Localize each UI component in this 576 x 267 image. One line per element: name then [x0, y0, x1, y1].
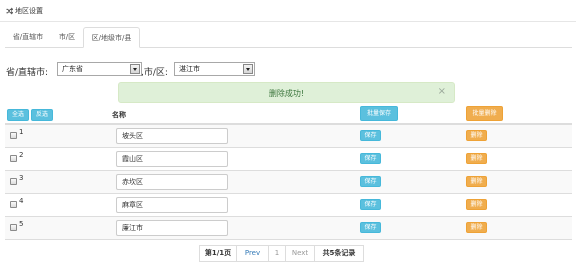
table-row: 5 廉江市 保存 删除: [5, 217, 572, 240]
row-checkbox[interactable]: [10, 178, 17, 185]
region-tabs: 省/直辖市 市/区 区/地级市/县: [5, 27, 572, 48]
row-checkbox[interactable]: [10, 155, 17, 162]
page-info: 第1/1页: [199, 245, 237, 262]
row-index: 2: [19, 151, 24, 159]
next-page-link[interactable]: Next: [285, 245, 315, 262]
page-title: 地区设置: [15, 6, 43, 15]
tab-province[interactable]: 省/直辖市: [5, 27, 51, 47]
delete-button[interactable]: 删除: [466, 176, 487, 187]
row-index: 4: [19, 197, 24, 205]
select-all-button[interactable]: 全选: [7, 109, 29, 121]
tab-district[interactable]: 区/地级市/县: [83, 27, 140, 48]
row-checkbox[interactable]: [10, 132, 17, 139]
save-button[interactable]: 保存: [360, 130, 381, 141]
table-row: 3 赤坎区 保存 删除: [5, 171, 572, 194]
district-name-input[interactable]: 赤坎区: [116, 174, 228, 190]
row-checkbox[interactable]: [10, 224, 17, 231]
batch-save-button[interactable]: 批量保存: [360, 106, 398, 121]
city-label: ,市/区:: [141, 68, 168, 78]
name-column-header: 名称: [112, 111, 126, 119]
district-name-input[interactable]: 麻章区: [116, 197, 228, 213]
save-button[interactable]: 保存: [360, 222, 381, 233]
pagination: 第1/1页 Prev 1 Next 共5条记录: [199, 245, 364, 262]
table-row: 4 麻章区 保存 删除: [5, 194, 572, 217]
delete-button[interactable]: 删除: [466, 222, 487, 233]
table-header: 全选 反选 名称 批量保存 批量删除: [5, 105, 572, 125]
delete-button[interactable]: 删除: [466, 153, 487, 164]
alert-message: 删除成功!: [268, 89, 305, 98]
close-icon[interactable]: ×: [438, 86, 446, 98]
city-select[interactable]: 湛江市: [174, 62, 255, 76]
table-row: 1 坡头区 保存 删除: [5, 125, 572, 148]
batch-delete-button[interactable]: 批量删除: [466, 106, 503, 121]
total-records: 共5条记录: [314, 245, 364, 262]
save-button[interactable]: 保存: [360, 199, 381, 210]
region-settings-page: 地区设置 省/直辖市 市/区 区/地级市/县 省/直辖市: 广东省 ,市/区: …: [0, 0, 576, 267]
province-select[interactable]: 广东省: [57, 62, 142, 76]
title-bar: 地区设置: [0, 0, 576, 22]
district-name-input[interactable]: 坡头区: [116, 128, 228, 144]
row-index: 3: [19, 174, 24, 182]
table-row: 2 霞山区 保存 删除: [5, 148, 572, 171]
delete-button[interactable]: 删除: [466, 199, 487, 210]
page-title-group: 地区设置: [6, 5, 43, 16]
current-page: 1: [268, 245, 286, 262]
tab-city[interactable]: 市/区: [52, 27, 82, 47]
row-checkbox[interactable]: [10, 201, 17, 208]
chevron-down-icon[interactable]: [130, 64, 140, 74]
shuffle-icon: [6, 7, 13, 15]
invert-selection-button[interactable]: 反选: [31, 109, 53, 121]
row-index: 5: [19, 220, 24, 228]
district-name-input[interactable]: 霞山区: [116, 151, 228, 167]
province-select-value: 广东省: [62, 65, 83, 73]
save-button[interactable]: 保存: [360, 153, 381, 164]
province-label: 省/直辖市:: [6, 68, 49, 78]
delete-button[interactable]: 删除: [466, 130, 487, 141]
success-alert: 删除成功! ×: [118, 82, 455, 103]
city-select-value: 湛江市: [179, 65, 200, 73]
chevron-down-icon[interactable]: [243, 64, 253, 74]
prev-page-link[interactable]: Prev: [236, 245, 269, 262]
district-name-input[interactable]: 廉江市: [116, 220, 228, 236]
row-index: 1: [19, 128, 24, 136]
save-button[interactable]: 保存: [360, 176, 381, 187]
